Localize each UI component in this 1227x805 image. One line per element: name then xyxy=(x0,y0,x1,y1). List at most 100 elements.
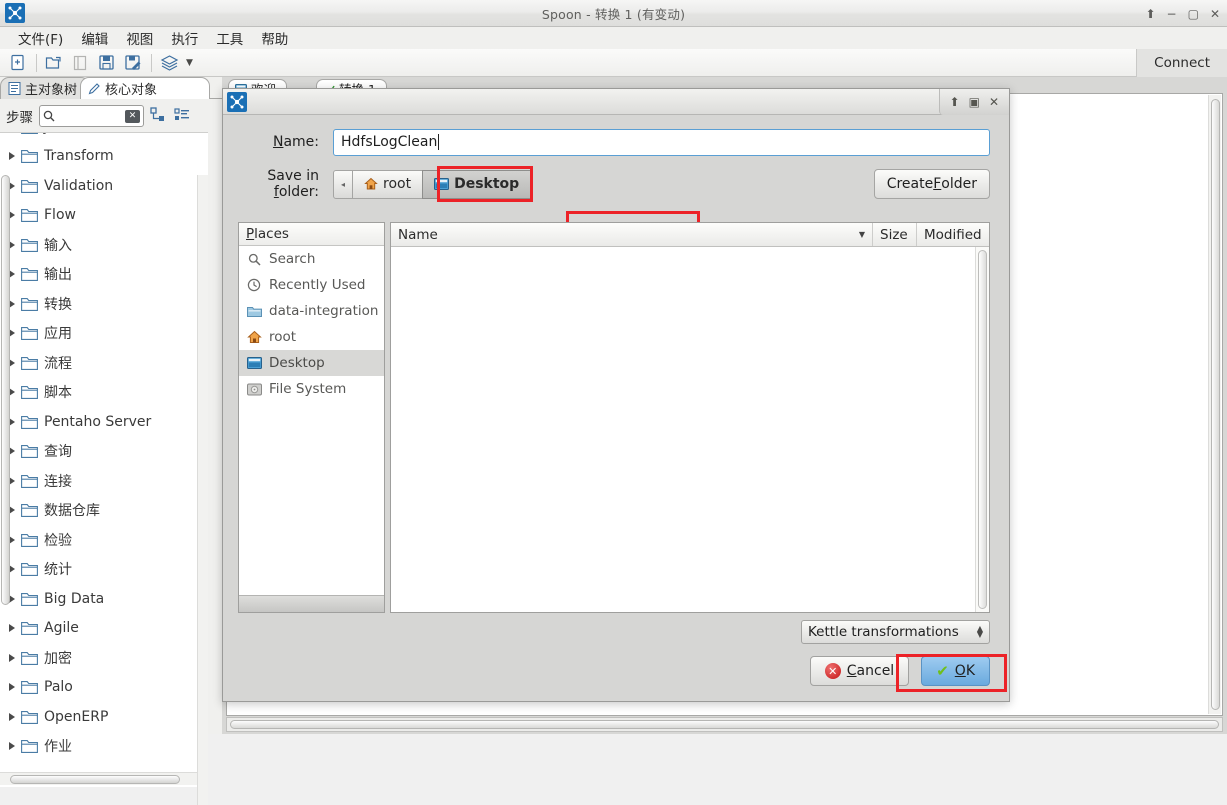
filetype-combobox[interactable]: Kettle transformations ▲ ▼ xyxy=(801,620,990,644)
expand-arrow-icon[interactable] xyxy=(9,713,15,721)
tree-item[interactable]: 流程 xyxy=(0,348,208,378)
tree-horizontal-scrollbar[interactable] xyxy=(0,772,208,785)
place-search[interactable]: Search xyxy=(239,246,384,272)
menu-run[interactable]: 执行 xyxy=(162,27,207,49)
save-as-icon[interactable] xyxy=(120,51,144,75)
cancel-button[interactable]: ✕ Cancel xyxy=(810,656,909,686)
minimize-icon[interactable]: − xyxy=(1167,8,1177,20)
canvas-vertical-scrollbar[interactable] xyxy=(1208,95,1221,714)
menu-help[interactable]: 帮助 xyxy=(252,27,297,49)
collapse-tree-icon[interactable] xyxy=(174,107,192,125)
tree-item[interactable]: Joins xyxy=(0,132,208,142)
tree-item[interactable]: 应用 xyxy=(0,319,208,349)
save-in-folder-label: Save in folder: xyxy=(223,168,333,200)
tree-item[interactable]: Big Data xyxy=(0,584,208,614)
tree-item[interactable]: 查询 xyxy=(0,437,208,467)
tree-item[interactable]: 统计 xyxy=(0,555,208,585)
expand-arrow-icon[interactable] xyxy=(9,683,15,691)
tab-core-objects[interactable]: 核心对象 xyxy=(80,77,210,99)
canvas-vertical-scroll-thumb[interactable] xyxy=(1211,99,1220,710)
save-file-dialog: ⬆ ▣ ✕ Name: HdfsLogClean Save in folder:… xyxy=(222,88,1010,702)
canvas-horizontal-scrollbar[interactable] xyxy=(226,717,1223,732)
search-input[interactable] xyxy=(58,108,122,124)
dialog-close-icon[interactable]: ✕ xyxy=(989,96,999,108)
breadcrumb-back-button[interactable]: ◂ xyxy=(333,170,353,199)
folder-icon xyxy=(21,149,38,163)
connect-button[interactable]: Connect xyxy=(1136,49,1227,77)
clear-search-icon[interactable]: ✕ xyxy=(125,110,140,123)
steps-search-row: 步骤 ✕ xyxy=(0,102,222,130)
explorer-icon[interactable] xyxy=(68,51,92,75)
tab-main-object-tree[interactable]: 主对象树 xyxy=(0,77,90,99)
menu-edit[interactable]: 编辑 xyxy=(72,27,117,49)
tree-item[interactable]: 连接 xyxy=(0,466,208,496)
expand-tree-icon[interactable] xyxy=(150,107,168,125)
breadcrumb-desktop[interactable]: Desktop xyxy=(422,170,531,199)
tree-item[interactable]: 脚本 xyxy=(0,378,208,408)
column-header-size[interactable]: Size xyxy=(873,223,917,246)
folder-icon xyxy=(21,680,38,694)
tree-item[interactable]: 作业 xyxy=(0,732,208,762)
place-data-integration[interactable]: data-integration xyxy=(239,298,384,324)
save-icon[interactable] xyxy=(94,51,118,75)
canvas-horizontal-scroll-thumb[interactable] xyxy=(230,720,1219,729)
menu-tools[interactable]: 工具 xyxy=(207,27,252,49)
place-file-system[interactable]: File System xyxy=(239,376,384,402)
tree-item[interactable]: Transform xyxy=(0,142,208,172)
expand-arrow-icon[interactable] xyxy=(9,742,15,750)
tree-item[interactable]: Flow xyxy=(0,201,208,231)
column-header-name[interactable]: Name ▼ xyxy=(391,223,873,246)
tree-vertical-scroll-thumb[interactable] xyxy=(1,175,10,605)
tree-item[interactable]: 输出 xyxy=(0,260,208,290)
tree-item[interactable]: Validation xyxy=(0,171,208,201)
tree-item[interactable]: 检验 xyxy=(0,525,208,555)
tree-item[interactable]: Pentaho Server xyxy=(0,407,208,437)
tree-item[interactable]: 数据仓库 xyxy=(0,496,208,526)
ok-button[interactable]: ✔ OK xyxy=(921,656,990,686)
filetype-spinner[interactable]: ▲ ▼ xyxy=(977,626,983,638)
place-root[interactable]: root xyxy=(239,324,384,350)
tree-item[interactable]: Agile xyxy=(0,614,208,644)
expand-arrow-icon[interactable] xyxy=(9,152,15,160)
breadcrumb-root[interactable]: root xyxy=(352,170,423,199)
tree-vertical-scrollbar[interactable] xyxy=(197,175,208,805)
tree-item[interactable]: 加密 xyxy=(0,643,208,673)
expand-arrow-icon[interactable] xyxy=(9,654,15,662)
file-list-vertical-scroll-thumb[interactable] xyxy=(978,250,987,609)
restore-up-icon[interactable]: ⬆ xyxy=(1145,8,1155,20)
folder-icon xyxy=(21,651,38,665)
tree-horizontal-scroll-thumb[interactable] xyxy=(10,775,180,784)
open-file-icon[interactable] xyxy=(42,51,66,75)
filename-input[interactable]: HdfsLogClean xyxy=(333,129,990,156)
new-file-icon[interactable] xyxy=(5,51,29,75)
filetype-value: Kettle transformations xyxy=(808,624,959,640)
dialog-maximize-icon[interactable]: ▣ xyxy=(969,96,980,108)
tree-item[interactable]: 转换 xyxy=(0,289,208,319)
file-list[interactable]: Name ▼ Size Modified xyxy=(390,222,990,613)
core-objects-tree[interactable]: JoinsTransformValidationFlow输入输出转换应用流程脚本… xyxy=(0,132,208,787)
tree-item[interactable]: 输入 xyxy=(0,230,208,260)
create-folder-button[interactable]: Create Folder xyxy=(874,169,990,199)
toolbar-dropdown-caret[interactable]: ▼ xyxy=(186,58,193,68)
file-list-body[interactable] xyxy=(391,247,989,612)
dialog-restore-up-icon[interactable]: ⬆ xyxy=(950,96,960,108)
place-search-label: Search xyxy=(269,251,315,267)
column-header-modified[interactable]: Modified xyxy=(917,223,989,246)
layers-icon[interactable] xyxy=(157,51,181,75)
close-icon[interactable]: ✕ xyxy=(1210,8,1220,20)
spinner-down-icon[interactable]: ▼ xyxy=(977,632,983,638)
cancel-button-label: Cancel xyxy=(847,663,894,679)
menu-file[interactable]: 文件(F) xyxy=(9,27,72,49)
menu-view[interactable]: 视图 xyxy=(117,27,162,49)
save-in-folder-row: Save in folder: ◂ root Desktop Create Fo… xyxy=(223,167,1009,201)
place-desktop[interactable]: Desktop xyxy=(239,350,384,376)
tree-item-label: 作业 xyxy=(44,736,72,756)
search-box[interactable]: ✕ xyxy=(39,105,144,127)
tree-item[interactable]: OpenERP xyxy=(0,702,208,732)
tree-item[interactable]: Palo xyxy=(0,673,208,703)
column-header-name-label: Name xyxy=(398,227,438,243)
maximize-icon[interactable]: ▢ xyxy=(1188,8,1199,20)
expand-arrow-icon[interactable] xyxy=(9,624,15,632)
place-recently-used[interactable]: Recently Used xyxy=(239,272,384,298)
file-list-vertical-scrollbar[interactable] xyxy=(975,247,989,612)
